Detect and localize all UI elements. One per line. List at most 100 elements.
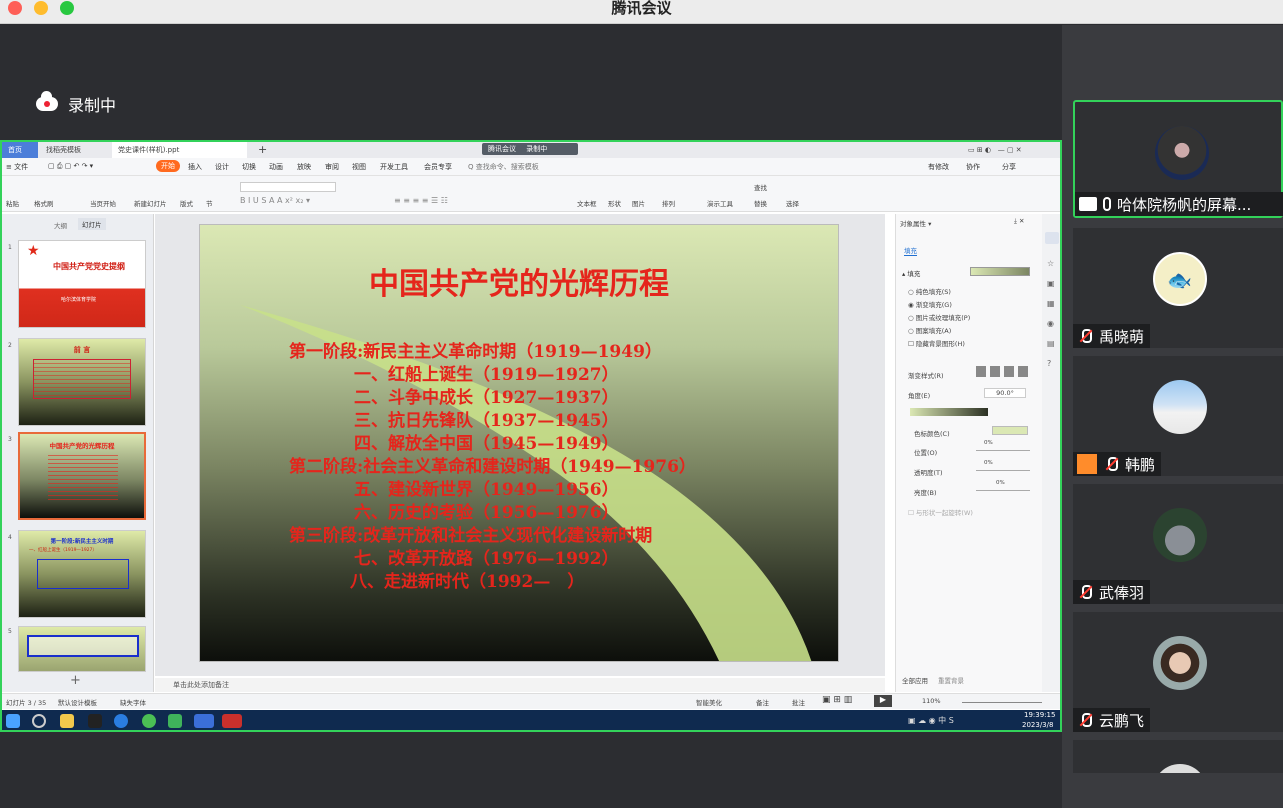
qq-icon[interactable]: [88, 714, 102, 728]
section-button[interactable]: 节: [206, 198, 213, 208]
paste-button[interactable]: 粘贴: [6, 198, 19, 208]
props-header[interactable]: 对象属性 ▾: [900, 218, 931, 228]
panel-tab-outline[interactable]: 大纲: [54, 220, 67, 230]
window-controls[interactable]: ▭ ⊞ ◐ — ▢ ✕: [962, 142, 1060, 158]
comment-toggle[interactable]: 批注: [792, 697, 805, 707]
menu-review[interactable]: 审阅: [325, 162, 339, 172]
wechat-icon[interactable]: [142, 714, 156, 728]
tab-document[interactable]: 党史课件(样机).ppt: [112, 142, 247, 158]
menu-file[interactable]: ≡ 文件: [6, 162, 28, 172]
participant-name: 禹晓萌: [1099, 327, 1145, 346]
slide-thumb-4[interactable]: 第一阶段:新民主主义时期 一、红船上诞生（1919—1927）: [18, 530, 146, 618]
menu-home[interactable]: 开始: [156, 160, 180, 172]
brightness-slider[interactable]: [976, 490, 1030, 491]
transparency-slider[interactable]: [976, 470, 1030, 471]
zoom-slider[interactable]: [962, 702, 1042, 703]
slide-thumb-1[interactable]: ★ 中国共产党党史提纲 哈尔滨体育学院: [18, 240, 146, 328]
play-current-button[interactable]: 当页开始: [90, 198, 116, 208]
fill-section[interactable]: ▴ 填充: [902, 268, 920, 278]
menu-animation[interactable]: 动画: [269, 162, 283, 172]
zoom-value[interactable]: 110%: [922, 697, 941, 705]
presentation-tools-button[interactable]: 演示工具: [707, 198, 733, 208]
slide-thumb-3[interactable]: 中国共产党的光辉历程: [18, 432, 146, 520]
participant-tile[interactable]: 云鹏飞: [1073, 612, 1283, 732]
slide-line: 三、抗日先锋队（1937—1945）: [354, 411, 619, 431]
missing-fonts[interactable]: 缺失字体: [120, 697, 146, 707]
tray-icons[interactable]: ▣ ☁ ◉ 中 S: [908, 715, 954, 726]
rotate-with-shape-label: 与形状一起旋转(W): [915, 509, 973, 517]
has-changes[interactable]: 有修改: [928, 162, 949, 172]
participant-tile[interactable]: 🐟 禹晓萌: [1073, 228, 1283, 348]
gradient-style-buttons[interactable]: [976, 366, 1032, 377]
menu-developer[interactable]: 开发工具: [380, 162, 408, 172]
menu-transition[interactable]: 切换: [242, 162, 256, 172]
current-slide[interactable]: 中国共产党的光辉历程 第一阶段:新民主主义革命时期（1919—1949） 一、红…: [199, 224, 839, 662]
participant-tile[interactable]: 武俸羽: [1073, 484, 1283, 604]
menu-insert[interactable]: 插入: [188, 162, 202, 172]
stop-color-select[interactable]: [992, 426, 1028, 435]
tab-home[interactable]: 首页: [2, 142, 38, 158]
picture-button[interactable]: 图片: [632, 198, 645, 208]
search-icon[interactable]: [32, 714, 46, 728]
reset-bg-button[interactable]: 重置背景: [938, 675, 964, 685]
meeting-app-icon[interactable]: [194, 714, 214, 728]
participant-tile[interactable]: 韩鹏: [1073, 356, 1283, 476]
thumb-4-sub: 一、红船上诞生（1919—1927）: [29, 548, 97, 553]
new-tab-button[interactable]: +: [252, 142, 273, 158]
format-painter-button[interactable]: 格式刷: [34, 198, 54, 208]
hide-bg-checkbox[interactable]: ☐ 隐藏背景图形(H): [908, 338, 965, 348]
participant-name: 韩鹏: [1125, 455, 1156, 474]
font-tools[interactable]: B I U S A A x² x₂ ▾: [240, 196, 310, 205]
apply-all-button[interactable]: 全部应用: [902, 675, 928, 685]
select-button[interactable]: 选择: [786, 198, 799, 208]
stop-color-label: 色标颜色(C): [914, 430, 950, 438]
windows-start-icon[interactable]: [6, 714, 20, 728]
gradient-bar[interactable]: [910, 408, 988, 416]
view-buttons[interactable]: ▣ ⊞ ▥: [822, 695, 852, 705]
notes-toggle[interactable]: 备注: [756, 697, 769, 707]
app-icon[interactable]: [114, 714, 128, 728]
fill-pattern-option[interactable]: ○ 图案填充(A): [908, 325, 951, 335]
position-slider[interactable]: [976, 450, 1030, 451]
props-close-icon[interactable]: ⤓ ✕: [1014, 217, 1024, 226]
slide-thumb-5[interactable]: [18, 626, 146, 672]
menu-view[interactable]: 视图: [352, 162, 366, 172]
slide-thumb-2[interactable]: 前 言: [18, 338, 146, 426]
fill-color-preview[interactable]: [970, 267, 1030, 276]
fill-picture-option[interactable]: ○ 图片或纹理填充(P): [908, 312, 970, 322]
menu-slideshow[interactable]: 放映: [297, 162, 311, 172]
play-button[interactable]: ▶: [874, 695, 892, 707]
textbox-button[interactable]: 文本框: [577, 198, 597, 208]
smart-beautify[interactable]: 智能美化: [696, 697, 722, 707]
quick-access-icons[interactable]: ▢ ⎙ ▢ ↶ ↷ ▾: [48, 162, 93, 171]
menu-member[interactable]: 会员专享: [424, 162, 452, 172]
participant-tile[interactable]: [1073, 740, 1283, 773]
share-button[interactable]: 分享: [1002, 162, 1016, 172]
collaborate-button[interactable]: 协作: [966, 162, 980, 172]
replace-button[interactable]: 替换: [754, 198, 767, 208]
properties-icon[interactable]: [1045, 232, 1059, 244]
rotate-with-shape[interactable]: ☐ 与形状一起旋转(W): [908, 507, 973, 517]
paragraph-tools[interactable]: ≡ ≡ ≡ ≡ ☰ ☷: [394, 196, 448, 205]
panel-tab-slides[interactable]: 幻灯片: [78, 218, 106, 230]
find-button[interactable]: 查找: [754, 182, 767, 192]
command-search[interactable]: Q 查找命令、搜索模板: [468, 162, 539, 172]
notes-bar[interactable]: 单击此处添加备注: [155, 678, 885, 692]
new-slide-button[interactable]: 新建幻灯片: [134, 198, 167, 208]
arrange-button[interactable]: 排列: [662, 198, 675, 208]
add-slide-button[interactable]: +: [70, 673, 81, 688]
participant-tile[interactable]: 哈体院杨帆的屏幕...: [1073, 100, 1283, 218]
player-icon[interactable]: [168, 714, 182, 728]
font-name-select[interactable]: [240, 182, 336, 192]
menu-design[interactable]: 设计: [215, 162, 229, 172]
fill-solid-option[interactable]: ○ 纯色填充(S): [908, 286, 951, 296]
angle-value[interactable]: 90.0°: [984, 388, 1026, 398]
fill-gradient-option[interactable]: ◉ 渐变填充(G): [908, 299, 952, 309]
fill-tab[interactable]: 填充: [904, 245, 917, 256]
explorer-icon[interactable]: [60, 714, 74, 728]
layout-button[interactable]: 版式: [180, 198, 193, 208]
wps-icon[interactable]: [222, 714, 242, 728]
side-tool-icons[interactable]: ☆ ▣ ▦ ◉ ▤?: [1047, 254, 1055, 374]
shape-button[interactable]: 形状: [608, 198, 621, 208]
tab-docer[interactable]: 找稻壳模板: [40, 142, 110, 158]
